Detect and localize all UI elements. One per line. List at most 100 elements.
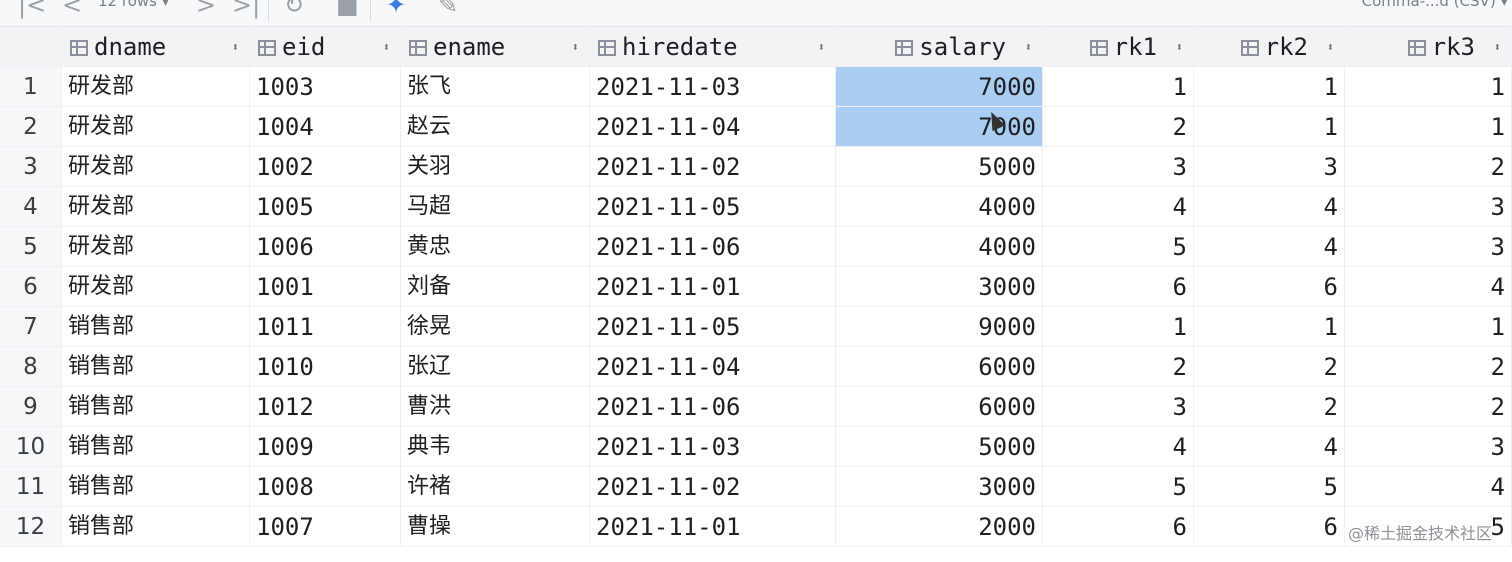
sort-icon[interactable]: ⬍ xyxy=(818,27,825,66)
cell-rk2[interactable]: 3 xyxy=(1194,147,1345,187)
cell-rk3[interactable]: 2 xyxy=(1345,387,1512,427)
cell-salary[interactable]: 3000 xyxy=(836,467,1043,507)
cell-rk3[interactable]: 4 xyxy=(1345,267,1512,307)
cell-rk2[interactable]: 4 xyxy=(1194,187,1345,227)
cell-rk2[interactable]: 1 xyxy=(1194,67,1345,107)
table-row[interactable]: 5 研发部 1006 黄忠 2021-11-06 4000 5 4 3 xyxy=(0,227,1512,267)
cell-dname[interactable]: 研发部 xyxy=(62,227,250,267)
cell-ename[interactable]: 关羽 xyxy=(401,147,590,187)
cell-rk1[interactable]: 4 xyxy=(1043,187,1194,227)
cell-rk3[interactable]: 3 xyxy=(1345,427,1512,467)
cell-hiredate[interactable]: 2021-11-04 xyxy=(590,107,836,147)
cell-hiredate[interactable]: 2021-11-03 xyxy=(590,427,836,467)
cell-rk3[interactable]: 3 xyxy=(1345,187,1512,227)
table-row[interactable]: 9 销售部 1012 曹洪 2021-11-06 6000 3 2 2 xyxy=(0,387,1512,427)
table-row[interactable]: 1 研发部 1003 张飞 2021-11-03 7000 1 1 1 xyxy=(0,67,1512,107)
cell-dname[interactable]: 销售部 xyxy=(62,507,250,547)
column-header-eid[interactable]: eid ⬍ xyxy=(250,27,401,67)
cell-hiredate[interactable]: 2021-11-04 xyxy=(590,347,836,387)
sort-icon[interactable]: ⬍ xyxy=(1494,27,1501,66)
column-header-ename[interactable]: ename ⬍ xyxy=(401,27,590,67)
column-header-rk2[interactable]: rk2 ⬍ xyxy=(1194,27,1345,67)
cell-dname[interactable]: 销售部 xyxy=(62,467,250,507)
cell-ename[interactable]: 赵云 xyxy=(401,107,590,147)
cell-hiredate[interactable]: 2021-11-03 xyxy=(590,67,836,107)
cell-hiredate[interactable]: 2021-11-01 xyxy=(590,267,836,307)
prev-page-icon[interactable]: < xyxy=(62,0,82,20)
cell-eid[interactable]: 1005 xyxy=(250,187,401,227)
cell-rk3[interactable]: 4 xyxy=(1345,467,1512,507)
row-number[interactable]: 12 xyxy=(0,507,62,547)
cell-rk1[interactable]: 5 xyxy=(1043,467,1194,507)
sort-icon[interactable]: ⬍ xyxy=(1176,27,1183,66)
rows-dropdown[interactable]: 12 rows ▾ xyxy=(98,0,169,10)
cell-rk2[interactable]: 2 xyxy=(1194,347,1345,387)
cell-salary[interactable]: 3000 xyxy=(836,267,1043,307)
cell-salary[interactable]: 4000 xyxy=(836,227,1043,267)
sort-icon[interactable]: ⬍ xyxy=(1025,27,1032,66)
cell-eid[interactable]: 1003 xyxy=(250,67,401,107)
cell-ename[interactable]: 黄忠 xyxy=(401,227,590,267)
first-page-icon[interactable]: |< xyxy=(18,0,46,20)
column-header-dname[interactable]: dname ⬍ xyxy=(62,27,250,67)
cell-rk2[interactable]: 1 xyxy=(1194,107,1345,147)
cell-eid[interactable]: 1010 xyxy=(250,347,401,387)
cell-dname[interactable]: 销售部 xyxy=(62,387,250,427)
row-number[interactable]: 3 xyxy=(0,147,62,187)
cell-hiredate[interactable]: 2021-11-01 xyxy=(590,507,836,547)
cell-ename[interactable]: 马超 xyxy=(401,187,590,227)
row-number[interactable]: 7 xyxy=(0,307,62,347)
row-number[interactable]: 2 xyxy=(0,107,62,147)
cell-dname[interactable]: 销售部 xyxy=(62,427,250,467)
table-row[interactable]: 12 销售部 1007 曹操 2021-11-01 2000 6 6 5 xyxy=(0,507,1512,547)
row-number[interactable]: 4 xyxy=(0,187,62,227)
cell-rk3[interactable]: 3 xyxy=(1345,227,1512,267)
column-header-rk3[interactable]: rk3 ⬍ xyxy=(1345,27,1512,67)
column-header-rk1[interactable]: rk1 ⬍ xyxy=(1043,27,1194,67)
cell-eid[interactable]: 1006 xyxy=(250,227,401,267)
cell-ename[interactable]: 徐晃 xyxy=(401,307,590,347)
cell-rk2[interactable]: 6 xyxy=(1194,267,1345,307)
cell-rk3[interactable]: 1 xyxy=(1345,107,1512,147)
pin-icon[interactable]: ✎ xyxy=(438,0,458,20)
cell-hiredate[interactable]: 2021-11-02 xyxy=(590,147,836,187)
cell-eid[interactable]: 1004 xyxy=(250,107,401,147)
cell-salary[interactable]: 5000 xyxy=(836,147,1043,187)
cell-rk2[interactable]: 4 xyxy=(1194,427,1345,467)
table-row[interactable]: 7 销售部 1011 徐晃 2021-11-05 9000 1 1 1 xyxy=(0,307,1512,347)
cell-dname[interactable]: 研发部 xyxy=(62,267,250,307)
cell-salary[interactable]: 9000 xyxy=(836,307,1043,347)
refresh-icon[interactable]: ↻ xyxy=(284,0,304,20)
table-row[interactable]: 11 销售部 1008 许褚 2021-11-02 3000 5 5 4 xyxy=(0,467,1512,507)
cell-salary[interactable]: 4000 xyxy=(836,187,1043,227)
cell-ename[interactable]: 张飞 xyxy=(401,67,590,107)
cell-rk1[interactable]: 5 xyxy=(1043,227,1194,267)
cell-rk2[interactable]: 6 xyxy=(1194,507,1345,547)
cell-hiredate[interactable]: 2021-11-02 xyxy=(590,467,836,507)
compare-icon[interactable]: ✦ xyxy=(386,0,406,20)
cell-rk1[interactable]: 6 xyxy=(1043,267,1194,307)
cell-dname[interactable]: 研发部 xyxy=(62,107,250,147)
column-header-salary[interactable]: salary ⬍ xyxy=(836,27,1043,67)
sort-icon[interactable]: ⬍ xyxy=(232,27,239,66)
table-row[interactable]: 4 研发部 1005 马超 2021-11-05 4000 4 4 3 xyxy=(0,187,1512,227)
cell-rk2[interactable]: 2 xyxy=(1194,387,1345,427)
next-page-icon[interactable]: > xyxy=(196,0,216,20)
cell-eid[interactable]: 1008 xyxy=(250,467,401,507)
table-row[interactable]: 2 研发部 1004 赵云 2021-11-04 7000 2 1 1 xyxy=(0,107,1512,147)
cell-dname[interactable]: 研发部 xyxy=(62,187,250,227)
cell-ename[interactable]: 曹洪 xyxy=(401,387,590,427)
cell-salary[interactable]: 5000 xyxy=(836,427,1043,467)
cell-dname[interactable]: 研发部 xyxy=(62,67,250,107)
cell-eid[interactable]: 1011 xyxy=(250,307,401,347)
row-number[interactable]: 5 xyxy=(0,227,62,267)
cell-rk3[interactable]: 2 xyxy=(1345,147,1512,187)
export-format-dropdown[interactable]: Comma-...d (CSV) ▾ xyxy=(1362,0,1508,10)
cell-rk1[interactable]: 1 xyxy=(1043,67,1194,107)
cell-salary[interactable]: 7000 xyxy=(836,67,1043,107)
last-page-icon[interactable]: >| xyxy=(232,0,260,20)
cell-rk2[interactable]: 4 xyxy=(1194,227,1345,267)
row-number[interactable]: 11 xyxy=(0,467,62,507)
cell-eid[interactable]: 1007 xyxy=(250,507,401,547)
cell-salary[interactable]: 2000 xyxy=(836,507,1043,547)
